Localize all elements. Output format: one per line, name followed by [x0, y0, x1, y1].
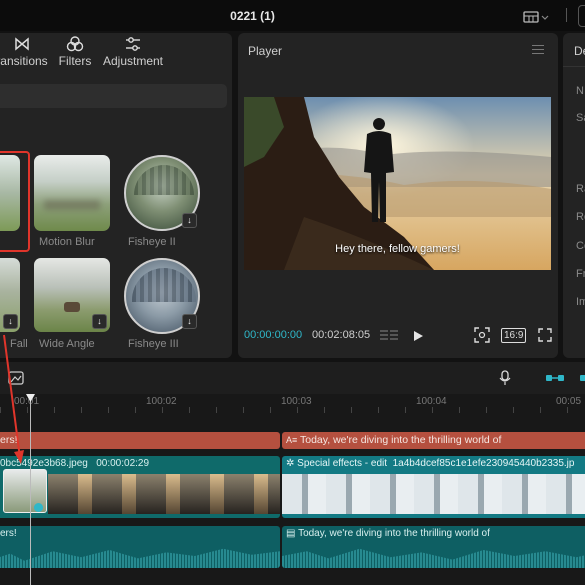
layout-icon[interactable]	[523, 10, 549, 28]
effect-icon: ✲	[286, 458, 295, 469]
text-clip[interactable]: A≡ Today, we're diving into the thrillin…	[282, 432, 585, 449]
filters-icon	[56, 36, 94, 52]
timeline-grid-icon[interactable]	[380, 329, 400, 347]
details-divider	[563, 66, 585, 67]
annotation-arrow	[3, 334, 24, 464]
play-icon[interactable]	[412, 329, 424, 347]
clip-filmstrip	[282, 474, 585, 514]
timeline-toolbar	[0, 362, 585, 394]
search-bar[interactable]	[0, 84, 227, 108]
text-icon: A≡	[286, 435, 298, 445]
audio-clip-label: ers!	[0, 528, 17, 539]
aspect-ratio-button[interactable]: 16:9	[501, 328, 527, 343]
ruler-tick: 100:04	[416, 396, 447, 407]
details-title: De	[574, 44, 585, 58]
microphone-icon[interactable]	[499, 370, 511, 391]
menu-icon[interactable]	[532, 45, 544, 57]
download-icon[interactable]: ↓	[182, 314, 197, 329]
link-clips-icon[interactable]	[545, 371, 565, 389]
playhead[interactable]	[30, 394, 31, 585]
fit-icon[interactable]	[474, 327, 490, 348]
ruler-tick: 00:05	[556, 396, 582, 407]
detail-field: N	[576, 85, 584, 97]
clip-filmstrip	[48, 474, 280, 514]
snap-icon[interactable]	[579, 371, 585, 389]
audio-clip[interactable]: ers!	[0, 526, 280, 568]
adjustment-icon	[100, 36, 166, 52]
download-icon[interactable]: ↓	[92, 314, 107, 329]
ruler-ticks	[0, 407, 585, 413]
detail-field: Sa	[576, 112, 585, 124]
effect-label: Motion Blur	[39, 236, 95, 248]
fullscreen-icon[interactable]	[538, 328, 552, 347]
tab-label: ransitions	[0, 54, 48, 68]
effect-thumbnail-motion-blur[interactable]	[34, 155, 110, 231]
player-title: Player	[248, 44, 283, 58]
effect-label: Wide Angle	[39, 338, 95, 350]
effect-label: Fisheye II	[128, 236, 176, 248]
effect-label: Fisheye III	[128, 338, 179, 350]
audio-clip-label: Today, we're diving into the thrilling w…	[298, 528, 490, 539]
title-bar: 0221 (1)	[0, 0, 585, 31]
tab-label: Filters	[58, 54, 92, 68]
clip-duration: 00:00:02:29	[96, 458, 150, 469]
transitions-icon	[0, 36, 50, 52]
caption-icon: ▤	[286, 528, 296, 539]
detail-field: Ra	[576, 183, 585, 195]
text-clip[interactable]: ers!	[0, 432, 280, 449]
ruler-tick: 100:02	[146, 396, 177, 407]
detail-field: Co	[576, 240, 585, 252]
window-title: 0221 (1)	[230, 9, 275, 23]
panel-edge	[578, 5, 585, 27]
download-icon[interactable]: ↓	[3, 314, 18, 329]
audio-waveform	[282, 548, 585, 568]
ruler-tick: 100:03	[281, 396, 312, 407]
detail-field: Re	[576, 211, 585, 223]
total-time: 00:02:08:05	[312, 329, 371, 341]
effect-clip-title: Special effects - edit	[297, 458, 388, 469]
audio-clip[interactable]: ▤ Today, we're diving into the thrilling…	[282, 526, 585, 568]
tab-filters[interactable]: Filters	[56, 36, 94, 68]
details-panel	[563, 33, 585, 358]
effects-clip[interactable]: ✲ Special effects - edit 1a4b4dcef85c1e1…	[282, 456, 585, 518]
current-time: 00:00:00:00	[244, 329, 303, 341]
detail-field: Im	[576, 296, 585, 308]
tab-adjustment[interactable]: Adjustment	[100, 36, 166, 68]
text-clip-label: Today, we're diving into the thrilling w…	[300, 434, 502, 446]
detail-field: Fr	[576, 268, 585, 280]
window-divider	[566, 8, 567, 22]
selection-highlight	[0, 151, 30, 252]
tab-transitions[interactable]: ransitions	[0, 36, 50, 68]
video-subtitle: Hey there, fellow gamers!	[335, 243, 460, 255]
audio-waveform	[0, 548, 280, 568]
tab-label: Adjustment	[102, 54, 164, 68]
effect-clip-filename: 1a4b4dcef85c1e1efe230945440b2335.jp	[392, 458, 575, 469]
edit-badge-icon	[34, 503, 43, 512]
download-icon[interactable]: ↓	[182, 213, 197, 228]
